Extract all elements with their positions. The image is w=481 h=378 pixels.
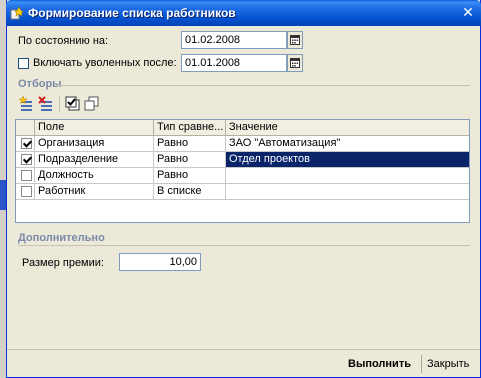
close-button[interactable]: Закрыть [427, 356, 469, 372]
include-fired-calendar-button[interactable] [287, 54, 303, 72]
row-check-cell[interactable] [16, 152, 35, 168]
calendar-icon [290, 58, 300, 68]
extra-divider [18, 245, 470, 246]
window-title: Формирование списка работников [28, 6, 236, 20]
button-separator [421, 355, 422, 373]
value-cell[interactable] [226, 184, 469, 200]
comparison-cell[interactable]: В списке [154, 184, 226, 200]
toolbar-separator [59, 96, 60, 112]
field-cell[interactable]: Работник [35, 184, 154, 200]
dialog-content: По состоянию на: 01.02.2008 Включать уво… [7, 26, 480, 377]
include-fired-date-input[interactable]: 01.01.2008 [181, 54, 287, 72]
include-fired-checkbox[interactable] [18, 58, 29, 69]
field-cell[interactable]: Должность [35, 168, 154, 184]
value-cell-selected[interactable]: Отдел проектов [226, 152, 469, 168]
column-header-comparison[interactable]: Тип сравне... [154, 120, 226, 135]
filters-table: Поле Тип сравне... Значение Организация … [15, 119, 470, 223]
as-of-calendar-button[interactable] [287, 31, 303, 49]
comparison-cell[interactable]: Равно [154, 136, 226, 152]
as-of-date-input[interactable]: 01.02.2008 [181, 31, 287, 49]
field-cell[interactable]: Подразделение [35, 152, 154, 168]
row-check-cell[interactable] [16, 168, 35, 184]
table-header: Поле Тип сравне... Значение [16, 120, 469, 136]
filters-divider [57, 85, 470, 86]
title-bar[interactable]: Формирование списка работников ✕ [6, 0, 481, 26]
table-row[interactable]: Работник В списке [16, 184, 469, 200]
field-cell[interactable]: Организация [35, 136, 154, 152]
command-bar: Выполнить Закрыть [7, 349, 480, 378]
check-all-icon[interactable] [65, 96, 81, 112]
filters-section-title: Отборы [18, 78, 62, 90]
row-check-cell[interactable] [16, 184, 35, 200]
column-header-value[interactable]: Значение [226, 120, 469, 135]
table-row[interactable]: Организация Равно ЗАО "Автоматизация" [16, 136, 469, 152]
extra-section-title: Дополнительно [18, 232, 105, 244]
row-checkbox[interactable] [21, 154, 32, 165]
table-row[interactable]: Должность Равно [16, 168, 469, 184]
dialog-window: Формирование списка работников ✕ По сост… [6, 0, 481, 378]
calendar-icon [290, 35, 300, 45]
row-check-cell[interactable] [16, 136, 35, 152]
row-checkbox[interactable] [21, 170, 32, 181]
include-fired-label[interactable]: Включать уволенных после: [33, 57, 177, 69]
add-filter-icon[interactable] [18, 95, 35, 112]
value-cell[interactable] [226, 168, 469, 184]
row-checkbox[interactable] [21, 186, 32, 197]
as-of-label: По состоянию на: [18, 35, 109, 47]
close-icon[interactable]: ✕ [459, 4, 477, 22]
run-button[interactable]: Выполнить [348, 356, 411, 372]
delete-filter-icon[interactable] [38, 96, 54, 112]
table-row[interactable]: Подразделение Равно Отдел проектов [16, 152, 469, 168]
bonus-label: Размер премии: [22, 257, 104, 269]
comparison-cell[interactable]: Равно [154, 152, 226, 168]
copy-icon[interactable] [84, 96, 100, 112]
column-header-field[interactable]: Поле [35, 120, 154, 135]
row-checkbox[interactable] [21, 138, 32, 149]
value-cell[interactable]: ЗАО "Автоматизация" [226, 136, 469, 152]
comparison-cell[interactable]: Равно [154, 168, 226, 184]
bonus-input[interactable]: 10,00 [119, 253, 201, 271]
app-icon [10, 6, 24, 20]
column-header-check[interactable] [16, 120, 35, 135]
